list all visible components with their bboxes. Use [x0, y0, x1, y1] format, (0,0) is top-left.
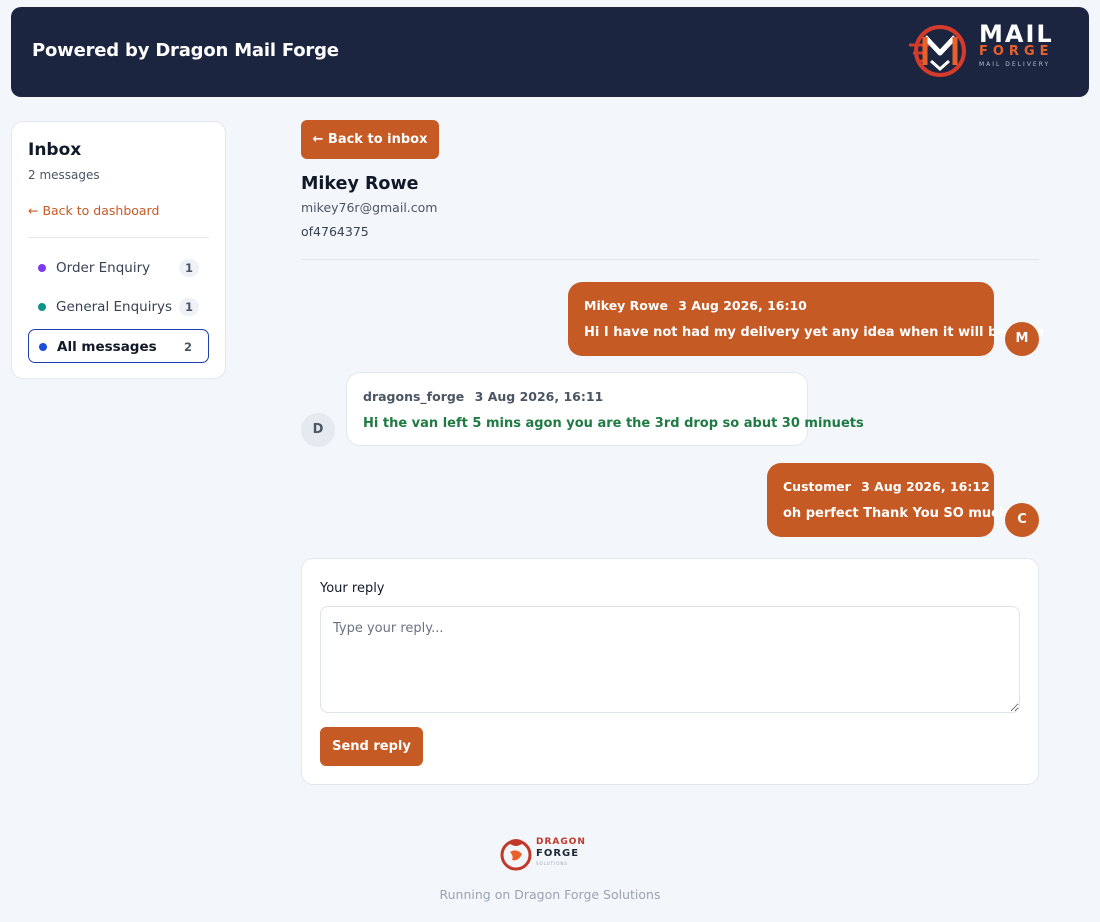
avatar: M	[1005, 322, 1039, 356]
reply-textarea[interactable]	[320, 606, 1020, 713]
message-text: Hi I have not had my delivery yet any id…	[584, 325, 1044, 340]
avatar: C	[1005, 503, 1039, 537]
contact-email: mikey76r@gmail.com	[301, 200, 438, 215]
footer-logo-word-dragon: DRAGON	[536, 837, 586, 847]
contact-name: Mikey Rowe	[301, 174, 419, 194]
back-to-inbox-button[interactable]: ← Back to inbox	[301, 120, 439, 159]
message-author: Customer	[783, 479, 851, 494]
inbox-sidebar: Inbox 2 messages ← Back to dashboard Ord…	[11, 121, 226, 379]
logo-word-forge: FORGE	[979, 44, 1054, 59]
folder-count-badge: 1	[179, 259, 199, 277]
message-meta: Customer 3 Aug 2026, 16:12	[783, 479, 990, 494]
sidebar-item-label: All messages	[57, 339, 157, 355]
send-reply-button[interactable]: Send reply	[320, 727, 423, 766]
footer-logo-tagline: SOLUTIONS	[536, 861, 568, 866]
message-bubble-outgoing: Mikey Rowe 3 Aug 2026, 16:10 Hi I have n…	[568, 282, 1044, 356]
sidebar-item-label: Order Enquiry	[56, 260, 151, 276]
avatar: D	[301, 413, 335, 447]
order-reference: of4764375	[301, 224, 369, 239]
logo-tagline: MAIL DELIVERY	[979, 61, 1051, 68]
dragon-forge-logo-icon	[500, 839, 532, 871]
message-text: oh perfect Thank You SO much	[783, 506, 1009, 521]
message-time: 3 Aug 2026, 16:12	[861, 479, 990, 494]
message-count: 2 messages	[28, 168, 100, 182]
sidebar-title: Inbox	[28, 140, 82, 160]
folder-count-badge: 1	[179, 298, 199, 316]
message-text: Hi the van left 5 mins agon you are the …	[363, 416, 864, 431]
sidebar-item-order-enquiry[interactable]: Order Enquiry 1	[28, 251, 209, 285]
top-header-bar: Powered by Dragon Mail Forge MAIL FORGE …	[11, 7, 1089, 97]
header-title: Powered by Dragon Mail Forge	[32, 40, 339, 61]
reply-label: Your reply	[320, 581, 385, 596]
sidebar-item-all-messages[interactable]: All messages 2	[28, 329, 209, 363]
message-meta: dragons_forge 3 Aug 2026, 16:11	[363, 389, 603, 404]
mail-forge-logo: MAIL FORGE MAIL DELIVERY	[907, 21, 1067, 83]
sidebar-item-label: General Enquirys	[56, 299, 173, 315]
thread-divider	[301, 259, 1039, 260]
folder-dot-icon	[38, 303, 46, 311]
folder-dot-icon	[39, 343, 47, 351]
sidebar-divider	[28, 237, 209, 238]
dragon-forge-logo: DRAGON FORGE SOLUTIONS	[498, 834, 602, 874]
message-meta: Mikey Rowe 3 Aug 2026, 16:10	[584, 298, 807, 313]
folder-dot-icon	[38, 264, 46, 272]
message-time: 3 Aug 2026, 16:10	[678, 298, 807, 313]
reply-form: Your reply Send reply	[301, 558, 1039, 785]
folder-count-badge: 2	[183, 340, 192, 354]
message-author: dragons_forge	[363, 389, 465, 404]
footer-text: Running on Dragon Forge Solutions	[439, 887, 661, 902]
footer-logo-word-forge: FORGE	[536, 848, 580, 859]
message-bubble-incoming: dragons_forge 3 Aug 2026, 16:11 Hi the v…	[346, 372, 864, 446]
message-bubble-outgoing: Customer 3 Aug 2026, 16:12 oh perfect Th…	[767, 463, 1008, 537]
mail-forge-logo-icon	[909, 25, 966, 77]
message-time: 3 Aug 2026, 16:11	[474, 389, 604, 404]
message-author: Mikey Rowe	[584, 298, 668, 313]
sidebar-item-general-enquirys[interactable]: General Enquirys 1	[28, 290, 209, 324]
back-to-dashboard-link[interactable]: ← Back to dashboard	[28, 203, 159, 218]
